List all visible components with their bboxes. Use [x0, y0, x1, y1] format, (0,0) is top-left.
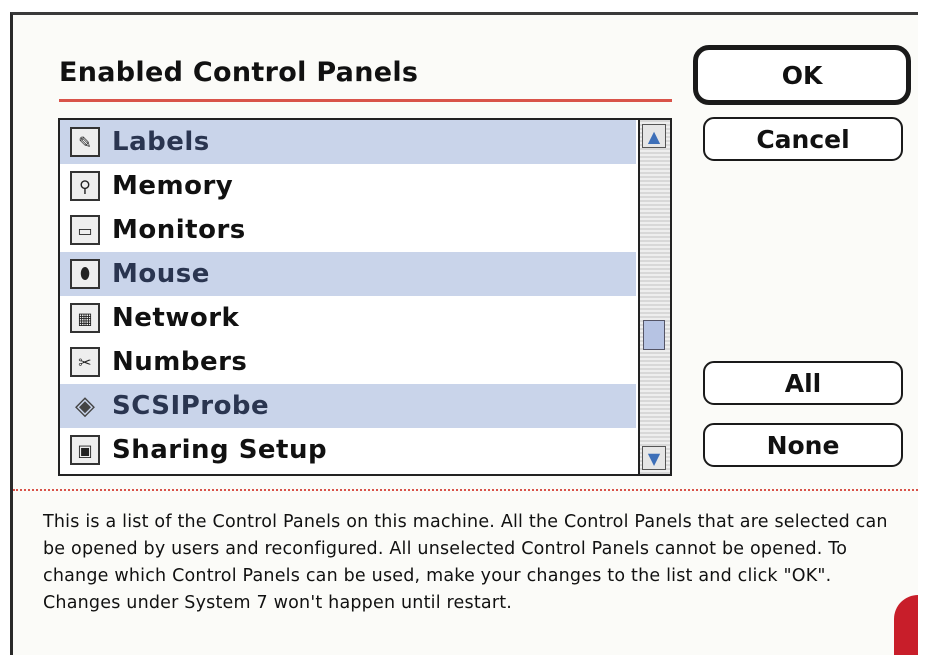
list-item-label: Numbers — [112, 347, 248, 377]
list-item-network[interactable]: ▦ Network — [60, 296, 636, 340]
dialog-title: Enabled Control Panels — [59, 57, 419, 88]
ok-button[interactable]: OK — [693, 45, 911, 105]
list-item-labels[interactable]: ✎ Labels — [60, 120, 636, 164]
list-item-monitors[interactable]: ▭ Monitors — [60, 208, 636, 252]
list-item-sharing-setup[interactable]: ▣ Sharing Setup — [60, 428, 636, 472]
list-item-numbers[interactable]: ✂ Numbers — [60, 340, 636, 384]
scsiprobe-icon: ◈ — [75, 391, 95, 421]
control-panels-list[interactable]: ✎ Labels ⚲ Memory ▭ Monitors ⬮ Mouse ▦ N… — [58, 118, 672, 476]
dotted-divider — [13, 489, 918, 491]
list-scrollbar[interactable]: ▲ ▼ — [638, 120, 670, 474]
numbers-icon: ✂ — [70, 347, 100, 377]
list-item-mouse[interactable]: ⬮ Mouse — [60, 252, 636, 296]
select-all-button[interactable]: All — [703, 361, 903, 405]
list-item-memory[interactable]: ⚲ Memory — [60, 164, 636, 208]
scrollbar-thumb[interactable] — [643, 320, 665, 350]
mouse-icon: ⬮ — [70, 259, 100, 289]
sharing-setup-icon: ▣ — [70, 435, 100, 465]
list-item-label: Sharing Setup — [112, 435, 328, 465]
list-item-label: Network — [112, 303, 240, 333]
list-item-label: Monitors — [112, 215, 246, 245]
list-item-scsiprobe[interactable]: ◈ SCSIProbe — [60, 384, 636, 428]
title-divider — [59, 99, 672, 102]
monitors-icon: ▭ — [70, 215, 100, 245]
list-item-label: Labels — [112, 127, 210, 157]
help-description: This is a list of the Control Panels on … — [43, 512, 888, 613]
scroll-up-arrow-icon[interactable]: ▲ — [642, 124, 666, 148]
scroll-down-arrow-icon[interactable]: ▼ — [642, 446, 666, 470]
memory-icon: ⚲ — [70, 171, 100, 201]
labels-icon: ✎ — [70, 127, 100, 157]
list-item-label: SCSIProbe — [112, 391, 270, 421]
select-none-button[interactable]: None — [703, 423, 903, 467]
enabled-control-panels-dialog: Enabled Control Panels ✎ Labels ⚲ Memory… — [10, 12, 918, 655]
list-item-label: Memory — [112, 171, 234, 201]
red-corner-decoration — [894, 595, 918, 655]
list-item-label: Mouse — [112, 259, 210, 289]
network-icon: ▦ — [70, 303, 100, 333]
cancel-button[interactable]: Cancel — [703, 117, 903, 161]
